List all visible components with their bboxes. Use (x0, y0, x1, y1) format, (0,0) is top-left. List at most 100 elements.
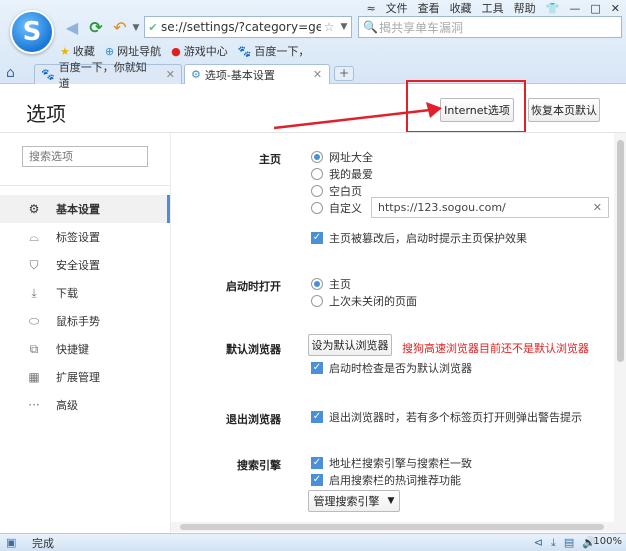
address-url[interactable]: se://settings/?category=gen (161, 20, 321, 34)
radio-button[interactable] (311, 202, 323, 214)
radio-button-selected[interactable] (311, 278, 323, 290)
page-title: 选项 (26, 102, 66, 126)
tab-baidu[interactable]: 🐾 百度一下，你就知道 ✕ (34, 61, 182, 90)
set-default-browser-button[interactable]: 设为默认浏览器 (308, 334, 392, 356)
page-icon: ▣ (6, 536, 17, 549)
homepage-option-custom[interactable]: 自定义 (311, 200, 362, 216)
check-default-option[interactable]: ✓ 启动时检查是否为默认浏览器 (311, 360, 472, 376)
search-icon: 🔍 (363, 20, 378, 34)
bookmark-baidu[interactable]: 🐾 百度一下， (238, 43, 310, 59)
homepage-protect-option[interactable]: ✓ 主页被篡改后，启动时提示主页保护效果 (311, 230, 527, 246)
homepage-option-nav[interactable]: 网址大全 (311, 149, 373, 165)
minimize-icon[interactable]: — (569, 2, 580, 15)
settings-gear-icon: ⚙ (191, 68, 201, 81)
game-icon: ● (171, 44, 181, 58)
close-window-icon[interactable]: ✕ (611, 2, 620, 15)
sidebar-item-tabs[interactable]: ⌓ 标签设置 (0, 223, 170, 251)
more-icon: ··· (28, 398, 40, 412)
startup-label: 启动时打开 (226, 280, 281, 293)
media-icon[interactable]: ⊲ (534, 536, 543, 550)
shortcut-icon: ⧉ (29, 341, 39, 356)
checkbox-checked[interactable]: ✓ (311, 232, 323, 244)
checkbox-checked[interactable]: ✓ (311, 362, 323, 374)
menu-favorites[interactable]: 收藏 (450, 0, 472, 16)
menu-view[interactable]: 查看 (418, 0, 440, 16)
sidebar-item-basic[interactable]: ⚙ 基本设置 (0, 195, 170, 223)
homepage-option-blank[interactable]: 空白页 (311, 183, 362, 199)
settings-content: 主页 网址大全 我的最爱 空白页 自定义 https://123.sogou.c… (171, 133, 614, 533)
address-bar[interactable]: ✔ se://settings/?category=gen ☆ ▼ (144, 16, 352, 38)
sidebar-item-shortcuts[interactable]: ⧉ 快捷键 (0, 335, 170, 363)
maximize-icon[interactable]: □ (590, 2, 600, 15)
address-dropdown-icon[interactable]: ▼ (337, 22, 351, 32)
exit-warning-option[interactable]: ✓ 退出浏览器时，若有多个标签页打开则弹出警告提示 (311, 409, 582, 425)
horizontal-scrollbar-thumb[interactable] (180, 524, 604, 530)
sidebar-search-input[interactable] (22, 146, 148, 167)
tab-icon: ⌓ (29, 229, 39, 244)
refresh-icon[interactable]: ⟳ (86, 18, 106, 38)
clear-icon[interactable]: ✕ (593, 198, 602, 217)
manage-search-engine-dropdown[interactable]: 管理搜索引擎 ▼ (308, 490, 400, 512)
undo-dropdown-icon[interactable]: ▼ (126, 18, 146, 38)
bookmark-nav[interactable]: ⊕ 网址导航 (105, 43, 161, 59)
close-tab-icon[interactable]: ✕ (166, 68, 175, 81)
new-tab-button[interactable]: + (334, 66, 354, 81)
startup-option-last[interactable]: 上次未关闭的页面 (311, 293, 417, 309)
sidebar-item-advanced[interactable]: ··· 高级 (0, 391, 170, 419)
startup-option-home[interactable]: 主页 (311, 276, 351, 292)
bookmark-favorites[interactable]: ★ 收藏 (60, 43, 95, 59)
default-browser-label: 默认浏览器 (226, 343, 281, 356)
sidebar-item-extensions[interactable]: ▦ 扩展管理 (0, 363, 170, 391)
exit-browser-label: 退出浏览器 (226, 413, 281, 426)
skin-icon[interactable]: 👕 (546, 2, 560, 15)
shield-icon: ⛉ (29, 257, 39, 272)
sidebar-item-mouse-gesture[interactable]: ⬭ 鼠标手势 (0, 307, 170, 335)
security-shield-icon: ✔ (148, 20, 158, 34)
status-bar: ▣ 完成 ⊲ ⤓ ▤ 🔊 100% (0, 533, 626, 551)
checkbox-checked[interactable]: ✓ (311, 457, 323, 469)
search-engine-sync-option[interactable]: ✓ 地址栏搜索引擎与搜索栏一致 (311, 455, 472, 471)
menu-tools[interactable]: 工具 (482, 0, 504, 16)
zoom-level[interactable]: 100% (593, 536, 622, 547)
star-icon[interactable]: ☆ (321, 20, 337, 34)
menu-file[interactable]: 文件 (386, 0, 408, 16)
radio-button[interactable] (311, 185, 323, 197)
custom-homepage-input[interactable]: https://123.sogou.com/ ✕ (371, 197, 609, 218)
baidu-paw-icon: 🐾 (237, 44, 252, 58)
arrow-up-icon[interactable]: ≈ (366, 2, 375, 15)
mouse-icon: ⬭ (28, 313, 40, 328)
restore-defaults-button[interactable]: 恢复本页默认 (528, 98, 600, 122)
checkbox-checked[interactable]: ✓ (311, 411, 323, 423)
custom-homepage-url: https://123.sogou.com/ (378, 201, 506, 214)
download-icon[interactable]: ⤓ (551, 536, 556, 550)
chevron-down-icon: ▼ (387, 496, 395, 506)
back-icon[interactable]: ◀ (62, 18, 82, 38)
sidebar-nav: ⚙ 基本设置 ⌓ 标签设置 ⛉ 安全设置 ⤓ 下载 ⬭ 鼠标手势 ⧉ 快捷键 ▦… (0, 195, 170, 419)
download-icon: ⤓ (31, 285, 37, 300)
radio-button[interactable] (311, 295, 323, 307)
search-placeholder: 揭共享单车漏洞 (379, 20, 464, 35)
image-icon[interactable]: ▤ (564, 536, 574, 550)
sogou-logo-icon[interactable]: S (10, 10, 54, 54)
menu-help[interactable]: 帮助 (514, 0, 536, 16)
home-icon[interactable]: ⌂ (6, 65, 15, 81)
bookmark-games[interactable]: ● 游戏中心 (171, 43, 228, 59)
star-icon: ★ (60, 44, 70, 58)
hot-words-option[interactable]: ✓ 启用搜索栏的热词推荐功能 (311, 472, 461, 488)
default-browser-warning: 搜狗高速浏览器目前还不是默认浏览器 (402, 342, 589, 355)
checkbox-checked[interactable]: ✓ (311, 474, 323, 486)
radio-button-selected[interactable] (311, 151, 323, 163)
extension-icon: ▦ (28, 370, 40, 384)
sidebar-item-security[interactable]: ⛉ 安全设置 (0, 251, 170, 279)
radio-button[interactable] (311, 168, 323, 180)
sidebar-divider (0, 185, 170, 186)
vertical-scrollbar-thumb[interactable] (617, 140, 624, 362)
sidebar-item-download[interactable]: ⤓ 下载 (0, 279, 170, 307)
homepage-option-favorites[interactable]: 我的最爱 (311, 166, 373, 182)
search-bar[interactable]: 🔍 揭共享单车漏洞 (358, 16, 622, 38)
browser-chrome: S ≈ 文件 查看 收藏 工具 帮助 👕 — □ ✕ ◀ ⟳ ↶ ▼ ✔ se:… (0, 0, 626, 90)
top-menu: ≈ 文件 查看 收藏 工具 帮助 👕 — □ ✕ (366, 0, 620, 16)
baidu-paw-icon: 🐾 (41, 68, 55, 81)
homepage-label: 主页 (259, 153, 281, 166)
search-engine-label: 搜索引擎 (237, 459, 281, 472)
